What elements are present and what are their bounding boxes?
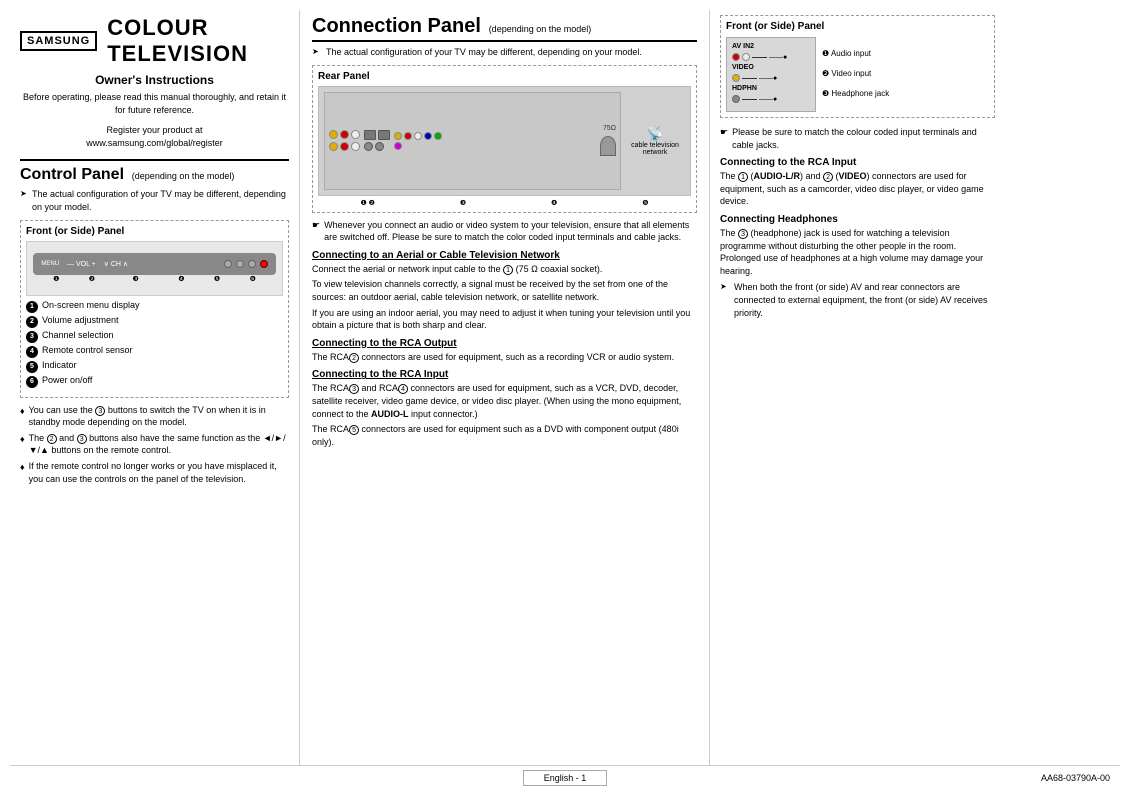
numbered-list: 1 On-screen menu display 2 Volume adjust… [26, 300, 283, 388]
list-item: 2 Volume adjustment [26, 315, 283, 328]
left-column: SAMSUNG COLOUR TELEVISION Owner's Instru… [10, 10, 300, 765]
control-panel-section: Control Panel (depending on the model) T… [20, 159, 289, 485]
front-side-panel-box: Front (or Side) Panel MENU — VOL + ∨ CH … [20, 220, 289, 398]
headphones-title: Connecting Headphones [720, 214, 995, 225]
rear-panel-diagram: 75Ω 📡 cable televisionnetwork [318, 86, 691, 196]
rca-input-text2: The RCA5 connectors are used for equipme… [312, 423, 697, 448]
connection-panel-title: Connection Panel [312, 15, 481, 37]
rear-panel-title: Rear Panel [318, 71, 691, 82]
bullet-item: ♦ The 2 and 3 buttons also have the same… [20, 432, 289, 457]
bullet-item: ♦ You can use the 3 buttons to switch th… [20, 404, 289, 429]
cp-note: The actual configuration of your TV may … [312, 46, 697, 59]
color-note: ☛ Please be sure to match the colour cod… [720, 126, 995, 151]
middle-column: Connection Panel (depending on the model… [300, 10, 710, 765]
rca-output-text: The RCA2 connectors are used for equipme… [312, 351, 697, 364]
warning-text: Whenever you connect an audio or video s… [324, 219, 697, 244]
headphones-text: The 3 (headphone) jack is used for watch… [720, 227, 995, 277]
model-code: AA68-03790A-00 [1041, 773, 1110, 783]
aerial-para1: Connect the aerial or network input cabl… [312, 263, 697, 276]
aerial-title: Connecting to an Aerial or Cable Televis… [312, 250, 697, 261]
rca-input-title: Connecting to the RCA Input [312, 369, 697, 380]
connection-panel-sub: (depending on the model) [489, 24, 592, 34]
video-input-label: ❷ Video input [822, 69, 889, 78]
tv-title: COLOUR TELEVISION [107, 15, 289, 67]
aerial-para3: If you are using an indoor aerial, you m… [312, 307, 697, 332]
color-note-text: Please be sure to match the colour coded… [732, 126, 995, 151]
control-panel-title: Control Panel [20, 166, 124, 183]
list-item: 5 Indicator [26, 360, 283, 373]
rca-input-section-title: Connecting to the RCA Input [720, 157, 995, 168]
owners-instructions: Owner's Instructions Before operating, p… [20, 73, 289, 116]
owners-para: Before operating, please read this manua… [20, 91, 289, 116]
footer: English - 1 AA68-03790A-00 [10, 765, 1120, 790]
rca-input-section-text: The 1 (AUDIO-L/R) and 2 (VIDEO) connecto… [720, 170, 995, 208]
fp-title: Front (or Side) Panel [726, 21, 989, 32]
cable-tv-label: cable televisionnetwork [631, 142, 679, 156]
rear-panel-box: Rear Panel [312, 65, 697, 213]
list-item: 3 Channel selection [26, 330, 283, 343]
warning-note: ☛ Whenever you connect an audio or video… [312, 219, 697, 244]
control-panel-diagram: MENU — VOL + ∨ CH ∧ [26, 241, 283, 296]
aerial-para2: To view television channels correctly, a… [312, 278, 697, 303]
control-panel-note: The actual configuration of your TV may … [20, 188, 289, 213]
right-column: Front (or Side) Panel AV IN2 ——● VIDEO [710, 10, 1005, 765]
list-item: 6 Power on/off [26, 375, 283, 388]
brand-header: SAMSUNG COLOUR TELEVISION [20, 15, 289, 67]
av-priority-note: When both the front (or side) AV and rea… [720, 281, 995, 319]
owners-title: Owner's Instructions [20, 73, 289, 87]
list-item: 1 On-screen menu display [26, 300, 283, 313]
control-panel-sub: (depending on the model) [132, 171, 235, 181]
headphone-label: ❸ Headphone jack [822, 89, 889, 98]
front-panel-box-right: Front (or Side) Panel AV IN2 ——● VIDEO [720, 15, 995, 118]
register-text: Register your product atwww.samsung.com/… [20, 124, 289, 149]
main-content: SAMSUNG COLOUR TELEVISION Owner's Instru… [10, 10, 1120, 765]
list-item: 4 Remote control sensor [26, 345, 283, 358]
rca-output-title: Connecting to the RCA Output [312, 338, 697, 349]
samsung-logo: SAMSUNG [20, 31, 97, 51]
front-side-panel-title: Front (or Side) Panel [26, 226, 283, 237]
bullet-item: ♦ If the remote control no longer works … [20, 460, 289, 485]
bullet-section: ♦ You can use the 3 buttons to switch th… [20, 404, 289, 486]
page: SAMSUNG COLOUR TELEVISION Owner's Instru… [0, 0, 1130, 800]
rca-input-text1: The RCA3 and RCA4 connectors are used fo… [312, 382, 697, 420]
audio-input-label: ❶ Audio input [822, 49, 889, 58]
page-label: English - 1 [523, 770, 608, 786]
